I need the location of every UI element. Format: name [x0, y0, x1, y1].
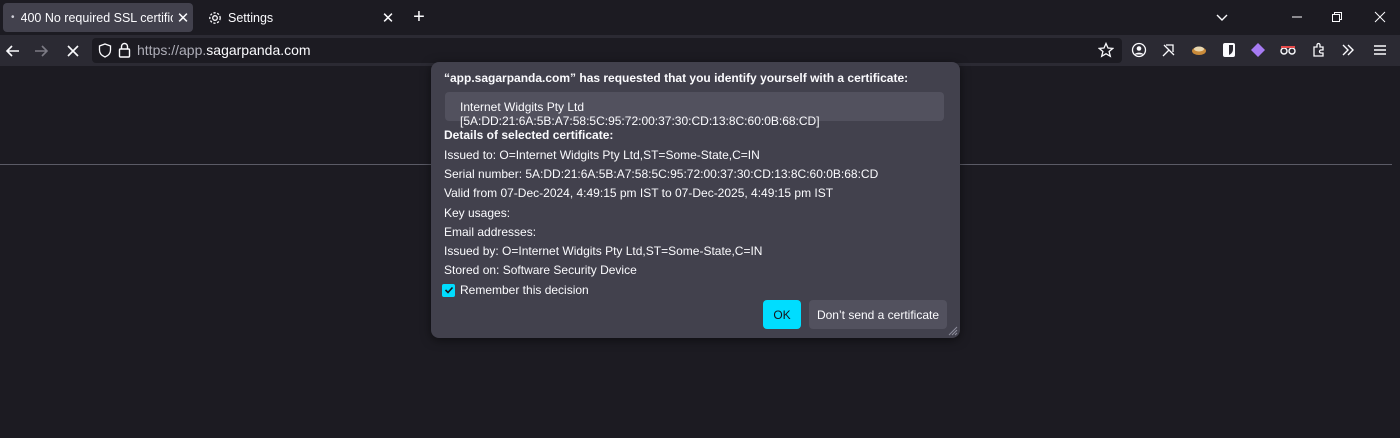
bookmark-star-icon[interactable]	[1097, 41, 1115, 59]
close-tab-icon[interactable]: ✕	[378, 9, 398, 27]
spy-glasses-icon[interactable]	[1279, 41, 1297, 59]
dont-send-certificate-button[interactable]: Don’t send a certificate	[809, 300, 947, 329]
cookie-extension-icon[interactable]	[1190, 41, 1208, 59]
detail-issued-by: Issued by: O=Internet Widgits Pty Ltd,ST…	[444, 244, 763, 258]
detail-validity: Valid from 07-Dec-2024, 4:49:15 pm IST t…	[444, 186, 834, 200]
forward-arrow-icon[interactable]	[30, 40, 52, 62]
ok-button[interactable]: OK	[763, 300, 801, 329]
hamburger-menu-icon[interactable]	[1371, 41, 1389, 59]
remember-label: Remember this decision	[460, 283, 589, 297]
lock-icon[interactable]	[118, 42, 131, 58]
new-tab-button[interactable]: +	[408, 6, 430, 28]
tab-ssl-error[interactable]: • 400 No required SSL certificate ✕	[3, 3, 193, 32]
detail-stored-on: Stored on: Software Security Device	[444, 263, 637, 277]
loading-dot-icon: •	[11, 12, 15, 23]
shield-icon[interactable]	[98, 43, 112, 58]
certificate-select[interactable]: Internet Widgits Pty Ltd [5A:DD:21:6A:5B…	[445, 92, 944, 128]
minimize-icon[interactable]	[1286, 6, 1308, 28]
url-bar[interactable]: https://app.sagarpanda.com	[92, 38, 1122, 63]
detail-email-addresses: Email addresses:	[444, 225, 537, 239]
checkmark-icon	[444, 286, 453, 294]
diamond-extension-icon[interactable]	[1249, 41, 1267, 59]
extensions-puzzle-icon[interactable]	[1310, 41, 1328, 59]
url-text[interactable]: https://app.sagarpanda.com	[137, 42, 311, 58]
remember-decision-row[interactable]: Remember this decision	[442, 283, 589, 297]
detail-key-usages: Key usages:	[444, 206, 511, 220]
tab-bar: • 400 No required SSL certificate ✕ Sett…	[0, 0, 1400, 35]
bitwarden-shield-icon[interactable]	[1220, 41, 1238, 59]
resize-grip-icon[interactable]	[948, 326, 958, 336]
tab-settings[interactable]: Settings ✕	[198, 3, 398, 32]
list-tabs-chevron-icon[interactable]	[1211, 6, 1233, 28]
close-window-icon[interactable]	[1369, 6, 1391, 28]
remember-checkbox[interactable]	[442, 283, 455, 297]
back-arrow-icon[interactable]	[2, 40, 24, 62]
stop-icon[interactable]	[62, 40, 84, 62]
dialog-header: “app.sagarpanda.com” has requested that …	[444, 71, 909, 85]
details-heading: Details of selected certificate:	[444, 128, 614, 142]
detail-serial-number: Serial number: 5A:DD:21:6A:5B:A7:58:5C:9…	[444, 167, 879, 181]
extension-tools-icon[interactable]	[1160, 41, 1178, 59]
certificate-dialog: “app.sagarpanda.com” has requested that …	[431, 62, 960, 338]
gear-icon	[209, 11, 221, 24]
tab-title: Settings	[228, 10, 274, 25]
tab-title: 400 No required SSL certificate	[20, 10, 173, 25]
detail-issued-to: Issued to: O=Internet Widgits Pty Ltd,ST…	[444, 148, 760, 162]
close-tab-icon[interactable]: ✕	[173, 9, 193, 27]
overflow-chevrons-icon[interactable]	[1339, 41, 1357, 59]
restore-icon[interactable]	[1326, 6, 1348, 28]
account-icon[interactable]	[1130, 41, 1148, 59]
